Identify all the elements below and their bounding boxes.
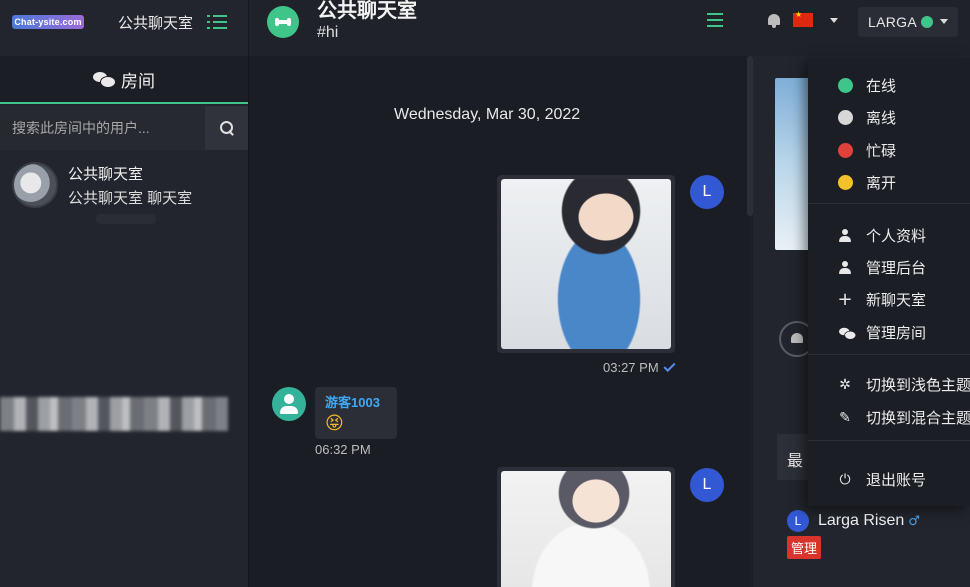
search-icon bbox=[219, 121, 234, 135]
sender-avatar[interactable]: L bbox=[690, 468, 724, 502]
language-chevron-down-icon[interactable] bbox=[830, 18, 838, 23]
person-icon bbox=[839, 229, 851, 242]
message-time-text: 03:27 PM bbox=[603, 360, 659, 375]
menu-divider bbox=[808, 440, 970, 441]
status-online-item[interactable]: 在线 bbox=[837, 75, 896, 96]
comments-icon bbox=[839, 327, 857, 340]
light-theme-label: 切换到浅色主题 bbox=[866, 377, 970, 394]
status-dot-offline bbox=[837, 110, 853, 125]
user-menu-button[interactable]: LARGA bbox=[858, 7, 958, 37]
read-check-icon bbox=[663, 359, 676, 373]
guest-avatar-icon[interactable] bbox=[272, 387, 306, 421]
room-tag: #hi bbox=[317, 24, 339, 41]
profile-label: 个人资料 bbox=[866, 228, 927, 245]
member-name: Larga Risen bbox=[818, 512, 905, 529]
image-message[interactable] bbox=[497, 175, 675, 353]
room-logo-icon bbox=[267, 6, 299, 38]
new-room-label: 新聊天室 bbox=[866, 292, 927, 309]
room-list-toggle-icon[interactable] bbox=[207, 14, 228, 30]
room-list-item[interactable]: 公共聊天室 公共聊天室 聊天室 bbox=[0, 150, 248, 220]
user-search-input[interactable] bbox=[0, 106, 205, 150]
admin-panel-label: 管理后台 bbox=[866, 260, 927, 277]
menu-divider bbox=[808, 354, 970, 355]
search-button[interactable] bbox=[205, 106, 248, 150]
bell-icon bbox=[791, 333, 803, 345]
status-online-label: 在线 bbox=[866, 78, 897, 95]
notification-bell-icon[interactable] bbox=[767, 14, 781, 28]
user-dropdown-menu: 在线 离线 忙碌 离开 个人资料 管理后台 + 新聊天室 管理房间 ✲ 切换到浅… bbox=[808, 58, 970, 506]
status-offline-label: 离线 bbox=[866, 110, 897, 127]
site-logo[interactable]: Chat-ysite.com bbox=[12, 15, 84, 29]
light-theme-item[interactable]: ✲ 切换到浅色主题 bbox=[837, 374, 970, 395]
brush-icon: ✎ bbox=[839, 409, 851, 426]
admin-badge: 管理 bbox=[787, 536, 822, 559]
logout-label: 退出账号 bbox=[866, 472, 927, 489]
blurred-content bbox=[0, 397, 228, 431]
status-away-label: 离开 bbox=[866, 175, 897, 192]
online-status-dot bbox=[920, 16, 933, 28]
left-sidebar: Chat-ysite.com 公共聊天室 房间 公共聊天室 公共聊天室 聊天室 bbox=[0, 0, 249, 587]
guest-message-bubble[interactable]: 游客1003 😝 bbox=[315, 387, 397, 439]
status-offline-item[interactable]: 离线 bbox=[837, 107, 896, 128]
room-title: 公共聊天室 bbox=[317, 0, 417, 22]
admin-panel-item[interactable]: 管理后台 bbox=[837, 257, 926, 278]
menu-divider bbox=[808, 203, 970, 204]
anime-girl-image[interactable] bbox=[501, 179, 671, 349]
guest-name[interactable]: 游客1003 bbox=[325, 392, 387, 411]
anime-girl-image[interactable] bbox=[501, 471, 671, 587]
brand-bar: Chat-ysite.com 公共聊天室 bbox=[0, 0, 248, 44]
new-room-item[interactable]: + 新聊天室 bbox=[837, 289, 926, 310]
chat-messages-area[interactable]: Wednesday, Mar 30, 2022 L 03:27 PM 游客100… bbox=[249, 56, 753, 587]
logout-item[interactable]: ⏻ 退出账号 bbox=[837, 469, 926, 490]
member-avatar: L bbox=[787, 510, 809, 532]
room-placeholder bbox=[96, 214, 156, 224]
power-icon: ⏻ bbox=[839, 471, 851, 488]
manage-rooms-item[interactable]: 管理房间 bbox=[837, 322, 926, 343]
user-search-bar bbox=[0, 106, 248, 150]
status-busy-label: 忙碌 bbox=[866, 143, 897, 160]
user-chevron-down-icon bbox=[940, 19, 948, 24]
comments-icon bbox=[93, 71, 116, 88]
room-name: 公共聊天室 bbox=[68, 165, 144, 183]
chat-header: 公共聊天室 #hi LARGA bbox=[249, 0, 970, 56]
status-dot-away bbox=[837, 175, 853, 190]
status-dot-online bbox=[837, 78, 853, 93]
status-dot-busy bbox=[837, 143, 853, 158]
tab-rooms-label: 房间 bbox=[121, 71, 155, 91]
sun-icon: ✲ bbox=[839, 376, 851, 393]
plus-icon: + bbox=[837, 288, 853, 310]
manage-rooms-label: 管理房间 bbox=[866, 325, 927, 342]
status-away-item[interactable]: 离开 bbox=[837, 172, 896, 193]
guest-message-time: 06:32 PM bbox=[315, 442, 371, 457]
menu-icon[interactable] bbox=[707, 13, 723, 27]
image-message[interactable] bbox=[497, 467, 675, 587]
room-subtitle: 公共聊天室 聊天室 bbox=[68, 189, 193, 207]
emoji-message: 😝 bbox=[325, 413, 344, 434]
room-avatar bbox=[12, 162, 58, 208]
user-admin-icon bbox=[839, 261, 851, 274]
tab-rooms[interactable]: 房间 bbox=[0, 56, 248, 104]
male-icon: ♂ bbox=[908, 513, 920, 529]
sender-avatar[interactable]: L bbox=[690, 175, 724, 209]
mixed-theme-label: 切换到混合主题 bbox=[866, 410, 970, 427]
status-busy-item[interactable]: 忙碌 bbox=[837, 140, 896, 161]
brand-title: 公共聊天室 bbox=[118, 14, 194, 32]
language-flag-icon[interactable] bbox=[793, 10, 813, 27]
mixed-theme-item[interactable]: ✎ 切换到混合主题 bbox=[837, 407, 970, 428]
member-item[interactable]: L Larga Risen ♂ bbox=[787, 510, 920, 532]
date-separator: Wednesday, Mar 30, 2022 bbox=[394, 106, 581, 123]
message-time: 03:27 PM bbox=[603, 359, 676, 375]
user-name: LARGA bbox=[868, 14, 917, 30]
profile-item[interactable]: 个人资料 bbox=[837, 225, 926, 246]
